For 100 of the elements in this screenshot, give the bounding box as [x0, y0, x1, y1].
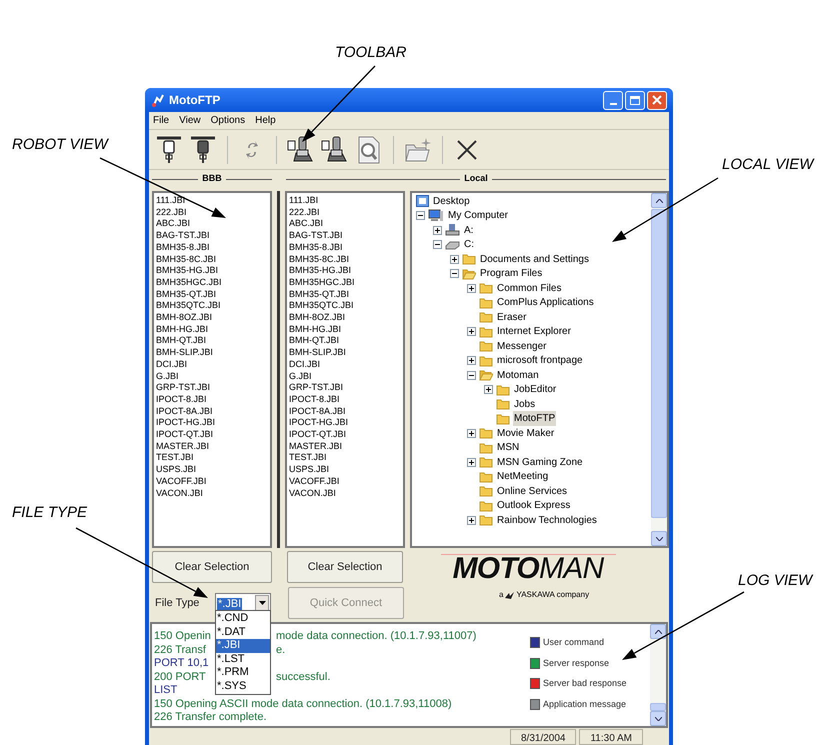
list-entry[interactable]: VACON.JBI: [289, 488, 336, 500]
tree-item[interactable]: MSN Gaming Zone: [496, 454, 584, 470]
tree-item[interactable]: Internet Explorer: [496, 324, 572, 340]
file-type-option[interactable]: *.LST: [216, 652, 270, 666]
expand-toggle[interactable]: [466, 458, 476, 467]
list-entry[interactable]: BMH35-8.JBI: [289, 242, 343, 254]
list-entry[interactable]: VACOFF.JBI: [289, 476, 340, 488]
list-entry[interactable]: BMH35QTC.JBI: [156, 300, 221, 312]
list-entry[interactable]: BMH35-HG.JBI: [156, 265, 218, 277]
tree-item[interactable]: Common Files: [496, 280, 562, 296]
collapse-toggle[interactable]: [416, 211, 424, 220]
list-entry[interactable]: IPOCT-HG.JBI: [156, 417, 216, 430]
list-entry[interactable]: ABC.JBI: [156, 218, 190, 230]
list-entry[interactable]: TEST.JBI: [289, 452, 327, 464]
tree-item[interactable]: Program Files: [479, 266, 544, 282]
list-entry[interactable]: IPOCT-8.JBI: [289, 394, 340, 406]
list-entry[interactable]: USPS.JBI: [156, 464, 196, 476]
tree-item[interactable]: Desktop: [432, 194, 471, 209]
tree-item[interactable]: microsoft frontpage: [496, 353, 584, 368]
list-entry[interactable]: 222.JBI: [289, 206, 320, 218]
tree-item[interactable]: Jobs: [513, 396, 536, 412]
list-entry[interactable]: VACON.JBI: [156, 488, 203, 500]
list-entry[interactable]: IPOCT-QT.JBI: [156, 429, 214, 441]
tree-item[interactable]: C:: [463, 237, 475, 252]
clear-selection-button[interactable]: Clear Selection: [287, 551, 403, 583]
clear-selection-button[interactable]: Clear Selection: [152, 551, 272, 583]
collapse-toggle[interactable]: [466, 370, 476, 380]
list-entry[interactable]: BMH-HG.JBI: [156, 324, 208, 336]
list-entry[interactable]: BMH35-QT.JBI: [289, 288, 350, 300]
list-entry[interactable]: BAG-TST.JBI: [156, 230, 210, 242]
expand-toggle[interactable]: [484, 385, 492, 394]
list-entry[interactable]: VACOFF.JBI: [156, 476, 206, 488]
list-entry[interactable]: BAG-TST.JBI: [289, 230, 343, 242]
maximize-button[interactable]: [625, 90, 645, 110]
list-entry[interactable]: IPOCT-QT.JBI: [289, 429, 346, 441]
tree-item[interactable]: Rainbow Technologies: [496, 512, 598, 528]
tree-item[interactable]: NetMeeting: [496, 469, 550, 484]
list-entry[interactable]: BMH35-8C.JBI: [156, 254, 216, 266]
scroll-down-button[interactable]: [650, 711, 666, 726]
tree-item[interactable]: Motoman: [496, 368, 540, 383]
file-type-option[interactable]: *.JBI: [216, 639, 270, 652]
scroll-down-button[interactable]: [651, 531, 667, 546]
list-entry[interactable]: G.JBI: [156, 370, 179, 382]
tree-item[interactable]: Movie Maker: [496, 426, 556, 441]
menu-item[interactable]: Help: [255, 113, 276, 128]
list-entry[interactable]: BMH35HGC.JBI: [156, 276, 222, 289]
list-entry[interactable]: BMH-HG.JBI: [289, 324, 342, 336]
list-entry[interactable]: MASTER.JBI: [289, 440, 342, 452]
file-type-option[interactable]: *.DAT: [216, 626, 270, 639]
expand-toggle[interactable]: [466, 284, 476, 293]
list-entry[interactable]: BMH35-QT.JBI: [156, 288, 216, 300]
list-entry[interactable]: BMH35-HG.JBI: [289, 265, 352, 277]
file-type-option[interactable]: *.CND: [216, 612, 270, 626]
expand-toggle[interactable]: [432, 226, 442, 235]
expand-toggle[interactable]: [466, 516, 476, 525]
file-type-option[interactable]: *.SYS: [216, 680, 270, 693]
list-entry[interactable]: BMH-SLIP.JBI: [156, 347, 213, 359]
list-entry[interactable]: USPS.JBI: [289, 464, 330, 476]
expand-toggle[interactable]: [450, 254, 458, 264]
list-entry[interactable]: 111.JBI: [289, 195, 318, 207]
list-entry[interactable]: BMH35-8C.JBI: [289, 254, 350, 266]
list-entry[interactable]: BMH-QT.JBI: [289, 335, 340, 348]
collapse-toggle[interactable]: [432, 240, 442, 250]
menu-item[interactable]: File: [153, 113, 170, 128]
list-entry[interactable]: 222.JBI: [156, 206, 187, 218]
tree-item[interactable]: A:: [463, 222, 474, 238]
list-entry[interactable]: DCI.JBI: [156, 358, 188, 371]
list-entry[interactable]: IPOCT-HG.JBI: [289, 417, 348, 430]
list-entry[interactable]: IPOCT-8A.JBI: [289, 406, 346, 418]
scrollbar[interactable]: [650, 624, 666, 726]
file-type-option[interactable]: *.PRM: [216, 666, 270, 680]
list-entry[interactable]: GRP-TST.JBI: [289, 382, 344, 394]
menu-item[interactable]: Options: [210, 113, 246, 128]
expand-toggle[interactable]: [466, 356, 476, 366]
expand-toggle[interactable]: [466, 327, 476, 336]
minimize-button[interactable]: [603, 90, 623, 110]
tree-item[interactable]: Online Services: [496, 484, 568, 499]
close-button[interactable]: [647, 90, 667, 110]
list-entry[interactable]: ABC.JBI: [289, 218, 324, 230]
tree-item[interactable]: My Computer: [447, 208, 510, 224]
menu-item[interactable]: View: [179, 113, 201, 128]
tree-item[interactable]: JobEditor: [513, 382, 558, 398]
tree-item[interactable]: Outlook Express: [496, 498, 572, 514]
list-entry[interactable]: G.JBI: [289, 370, 312, 382]
tree-item[interactable]: MSN: [496, 440, 520, 456]
list-entry[interactable]: DCI.JBI: [289, 358, 320, 371]
list-entry[interactable]: IPOCT-8A.JBI: [156, 406, 213, 418]
collapse-toggle[interactable]: [450, 269, 458, 278]
expand-toggle[interactable]: [466, 428, 476, 438]
scroll-thumb[interactable]: [650, 703, 666, 711]
tree-item[interactable]: Eraser: [496, 310, 528, 325]
list-entry[interactable]: TEST.JBI: [156, 452, 194, 464]
list-entry[interactable]: BMH-8OZ.JBI: [156, 312, 212, 324]
list-entry[interactable]: GRP-TST.JBI: [156, 382, 210, 394]
tree-item[interactable]: ComPlus Applications: [496, 295, 595, 310]
list-entry[interactable]: 111.JBI: [156, 195, 186, 207]
tree-item[interactable]: Documents and Settings: [479, 252, 590, 267]
tree-item[interactable]: MotoFTP: [513, 411, 556, 426]
list-entry[interactable]: BMH35HGC.JBI: [289, 276, 355, 289]
list-entry[interactable]: MASTER.JBI: [156, 440, 210, 452]
